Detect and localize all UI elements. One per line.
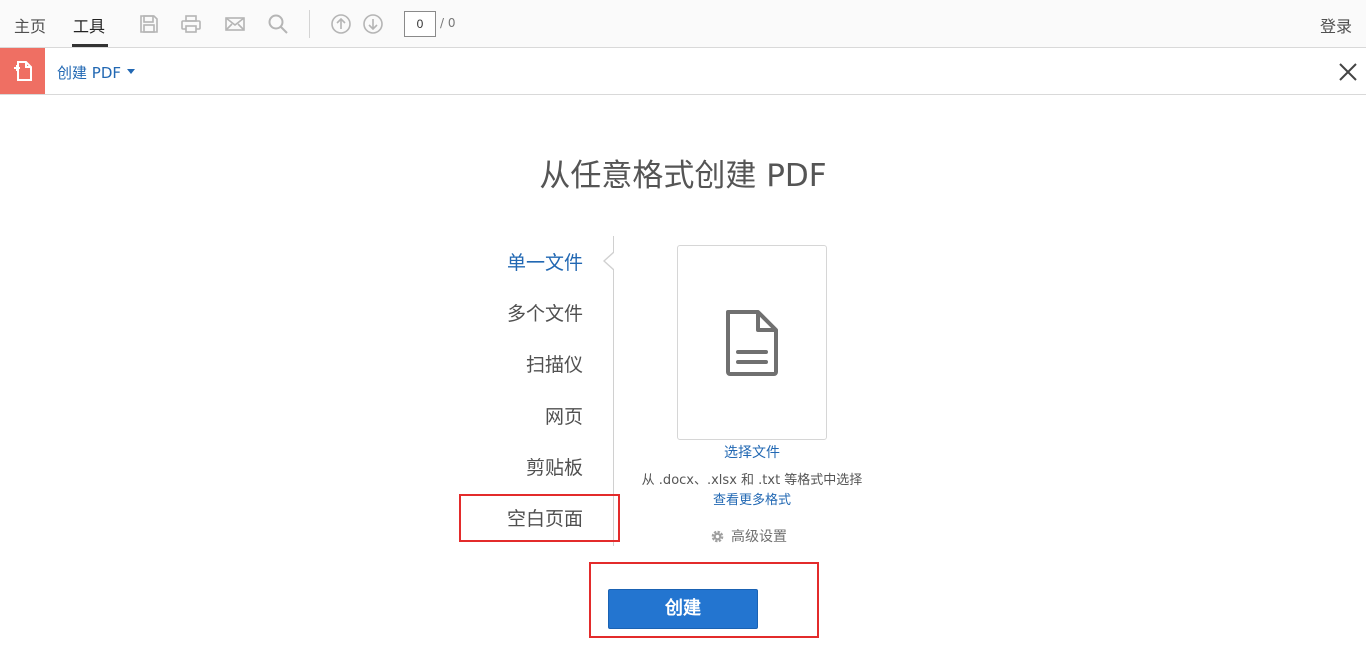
- option-clipboard[interactable]: 剪贴板: [526, 453, 583, 480]
- create-button[interactable]: 创建: [608, 589, 758, 629]
- previous-page-icon[interactable]: [330, 13, 352, 35]
- login-link[interactable]: 登录: [1320, 13, 1352, 37]
- email-icon[interactable]: [224, 13, 246, 35]
- option-scanner[interactable]: 扫描仪: [526, 350, 583, 377]
- option-multiple-files[interactable]: 多个文件: [507, 299, 583, 326]
- more-formats-link[interactable]: 查看更多格式: [600, 489, 904, 508]
- option-web-page[interactable]: 网页: [545, 402, 583, 429]
- save-icon[interactable]: [138, 13, 160, 35]
- chevron-down-icon[interactable]: [127, 69, 135, 74]
- advanced-settings-link[interactable]: 高级设置: [710, 526, 787, 546]
- page-title: 从任意格式创建 PDF: [539, 158, 827, 194]
- file-drop-card[interactable]: [677, 245, 827, 440]
- document-icon: [726, 309, 778, 376]
- select-file-link[interactable]: 选择文件: [677, 442, 827, 462]
- active-option-pointer-fill: [605, 252, 615, 270]
- toolbar-separator: [309, 10, 310, 38]
- top-menu-bar: 主页 工具 0 / 0 登录: [0, 0, 1366, 48]
- tool-header-bar: 创建 PDF: [0, 48, 1366, 95]
- page-number-input[interactable]: 0: [404, 11, 436, 37]
- print-icon[interactable]: [180, 13, 202, 35]
- gear-icon: [711, 530, 724, 542]
- page-total: / 0: [440, 16, 456, 30]
- advanced-settings-label: 高级设置: [731, 529, 787, 545]
- search-icon[interactable]: [267, 13, 289, 35]
- tool-name-dropdown[interactable]: 创建 PDF: [57, 62, 121, 83]
- option-single-file[interactable]: 单一文件: [507, 248, 583, 275]
- active-tab-indicator: [72, 44, 108, 47]
- tab-tools[interactable]: 工具: [73, 13, 105, 37]
- annotation-highlight-blank-page: [459, 494, 620, 542]
- close-icon[interactable]: [1336, 60, 1360, 84]
- next-page-icon[interactable]: [362, 13, 384, 35]
- create-pdf-tool-icon: [0, 48, 45, 94]
- formats-hint: 从 .docx、.xlsx 和 .txt 等格式中选择: [641, 473, 863, 488]
- tab-home[interactable]: 主页: [14, 13, 46, 37]
